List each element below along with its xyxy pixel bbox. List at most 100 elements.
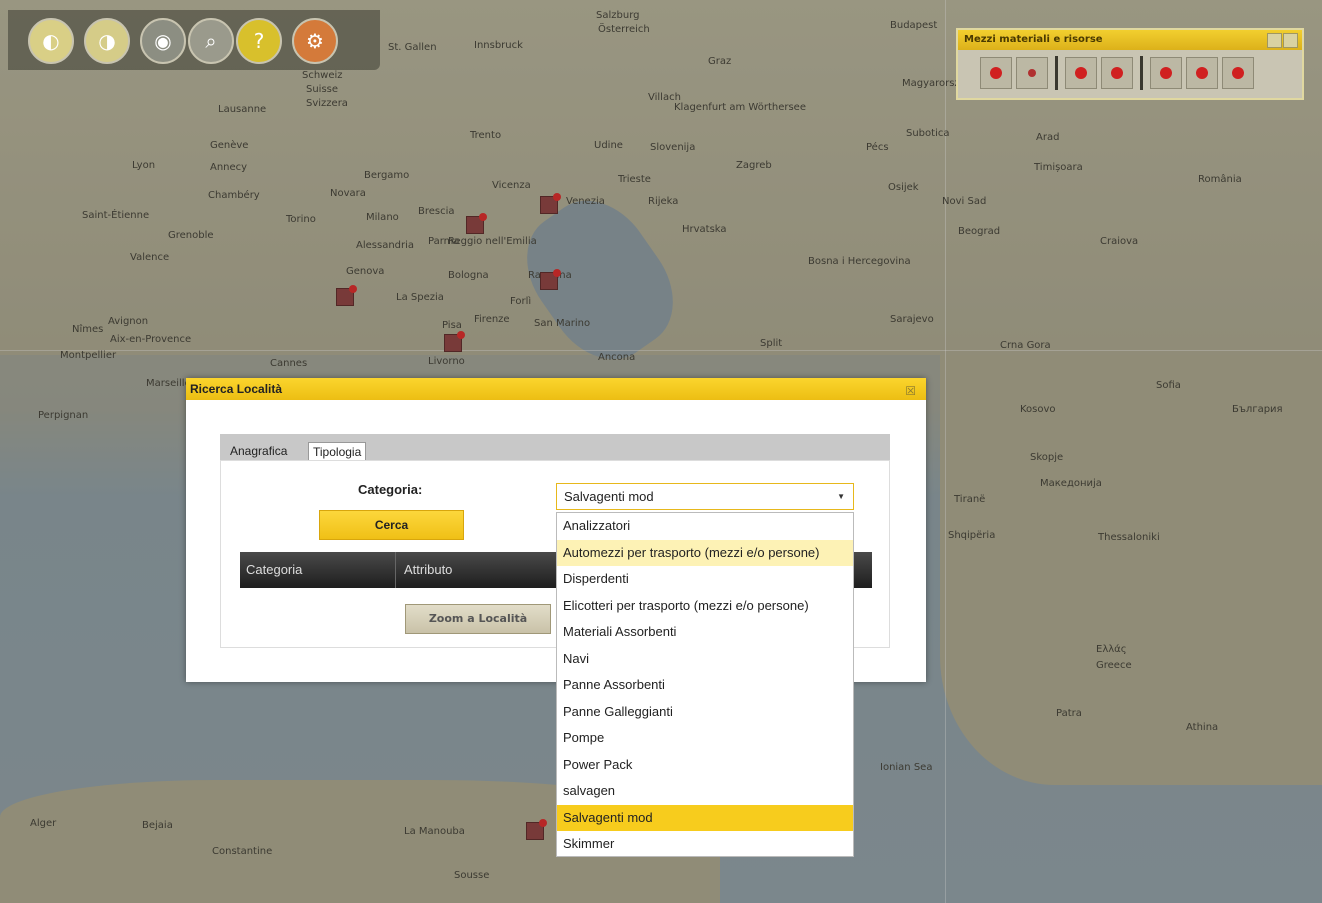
resources-panel: Mezzi materiali e risorse [956, 28, 1304, 100]
map-place-label: Lyon [132, 160, 156, 171]
close-icon[interactable]: ☒ [905, 380, 916, 402]
search-icon[interactable]: ⌕ [188, 18, 234, 64]
map-place-label: Tiranë [954, 494, 986, 505]
map-place-label: Trieste [618, 174, 651, 185]
map-marker[interactable] [540, 269, 561, 290]
map-place-label: Trento [470, 130, 502, 141]
resource-multi-point-icon[interactable] [1186, 57, 1218, 89]
tab-tipologia[interactable]: Tipologia [308, 442, 367, 461]
map-place-label: Svizzera [306, 98, 348, 109]
land-region [940, 355, 1322, 785]
map-marker[interactable] [336, 285, 357, 306]
resource-point-icon[interactable] [1065, 57, 1097, 89]
column-header-attributo[interactable]: Attributo [404, 552, 452, 588]
map-marker[interactable] [540, 193, 561, 214]
map-place-label: La Manouba [404, 826, 465, 837]
help-icon[interactable]: ? [236, 18, 282, 64]
map-place-label: Aix-en-Provence [110, 334, 192, 345]
close-icon[interactable] [1283, 33, 1298, 48]
map-place-label: Brescia [418, 206, 455, 217]
map-place-label: Patra [1056, 708, 1082, 719]
map-place-label: Crna Gora [1000, 340, 1051, 351]
map-place-label: Nîmes [72, 324, 104, 335]
dialog-title: Ricerca Località [190, 382, 283, 396]
map-place-label: Grenoble [168, 230, 214, 241]
dropdown-option[interactable]: Automezzi per trasporto (mezzi e/o perso… [557, 539, 853, 566]
toolbar-separator [1055, 56, 1058, 90]
map-place-label: Alger [30, 818, 57, 829]
layers-globe-icon[interactable]: ◐ [28, 18, 74, 64]
map-place-label: Athina [1186, 722, 1219, 733]
map-place-label: Pécs [866, 142, 889, 153]
map-place-label: Alessandria [356, 240, 415, 251]
map-marker[interactable] [526, 819, 547, 840]
dropdown-option[interactable]: Pompe [557, 725, 853, 752]
map-place-label: Österreich [598, 24, 650, 35]
map-place-label: Firenze [474, 314, 510, 325]
chevron-down-icon[interactable]: ▼ [837, 484, 845, 509]
zoom-to-location-button[interactable]: Zoom a Località [405, 604, 551, 634]
map-place-label: Craiova [1100, 236, 1139, 247]
dropdown-option[interactable]: Power Pack [557, 752, 853, 779]
resource-edit-icon[interactable] [1222, 57, 1254, 89]
map-place-label: Schweiz [302, 70, 343, 81]
category-dropdown-list: Analizzatori Automezzi per trasporto (mez… [556, 512, 854, 857]
map-place-label: Arad [1036, 132, 1060, 143]
map-place-label: Budapest [890, 20, 938, 31]
map-place-label: Skopje [1030, 452, 1064, 463]
resource-group-icon[interactable] [980, 57, 1012, 89]
dropdown-option[interactable]: Navi [557, 646, 853, 673]
map-place-label: Milano [366, 212, 399, 223]
map-place-label: Ionian Sea [880, 762, 933, 773]
map-place-label: Thessaloniki [1098, 532, 1160, 543]
map-place-label: България [1232, 404, 1283, 415]
dropdown-option[interactable]: salvagen [557, 778, 853, 805]
tab-anagrafica[interactable]: Anagrafica [226, 442, 292, 460]
map-place-label: Ελλάς [1096, 644, 1127, 655]
resources-panel-title: Mezzi materiali e risorse [958, 30, 1302, 50]
map-place-label: Graz [708, 56, 732, 67]
map-place-label: La Spezia [396, 292, 444, 303]
map-place-label: Avignon [108, 316, 149, 327]
map-place-label: Novi Sad [942, 196, 987, 207]
satellite-globe-icon[interactable]: ◉ [140, 18, 186, 64]
map-place-label: Osijek [888, 182, 919, 193]
column-header-categoria[interactable]: Categoria [246, 552, 302, 588]
map-place-label: România [1198, 174, 1242, 185]
resource-point-icon[interactable] [1150, 57, 1182, 89]
map-place-label: St. Gallen [388, 42, 437, 53]
dropdown-option[interactable]: Panne Assorbenti [557, 672, 853, 699]
category-select-value: Salvagenti mod [564, 489, 654, 504]
resource-tool-icon[interactable] [1016, 57, 1048, 89]
map-place-label: Rijeka [648, 196, 679, 207]
map-place-label: Bejaia [142, 820, 173, 831]
minimize-icon[interactable] [1267, 33, 1282, 48]
map-place-label: Annecy [210, 162, 248, 173]
tab-bar: Anagrafica Tipologia [220, 434, 890, 461]
map-view-icon[interactable]: ◑ [84, 18, 130, 64]
dropdown-option[interactable]: Skimmer [557, 831, 853, 858]
dropdown-option[interactable]: Materiali Assorbenti [557, 619, 853, 646]
search-button[interactable]: Cerca [319, 510, 464, 540]
map-marker[interactable] [444, 331, 465, 352]
category-select[interactable]: Salvagenti mod ▼ [556, 483, 854, 510]
map-toolbar: ◐ ◑ ◉ ⌕? ⚙ [8, 10, 380, 70]
resource-point-icon[interactable] [1101, 57, 1133, 89]
dropdown-option[interactable]: Analizzatori [557, 513, 853, 540]
map-place-label: Chambéry [208, 190, 260, 201]
map-place-label: Sarajevo [890, 314, 934, 325]
map-place-label: Valence [130, 252, 170, 263]
map-place-label: Klagenfurt am Wörthersee [674, 102, 806, 113]
map-place-label: Bologna [448, 270, 489, 281]
map-marker[interactable] [466, 213, 487, 234]
dropdown-option[interactable]: Disperdenti [557, 566, 853, 593]
dropdown-option[interactable]: Salvagenti mod [557, 804, 853, 831]
map-place-label: Salzburg [596, 10, 640, 21]
dialog-titlebar: Ricerca Località ☒ [186, 378, 926, 400]
map-place-label: Marseille [146, 378, 191, 389]
resources-icon[interactable]: ⚙ [292, 18, 338, 64]
tile-divider [0, 350, 1322, 351]
map-place-label: Greece [1096, 660, 1132, 671]
dropdown-option[interactable]: Elicotteri per trasporto (mezzi e/o pers… [557, 593, 853, 620]
dropdown-option[interactable]: Panne Galleggianti [557, 699, 853, 726]
